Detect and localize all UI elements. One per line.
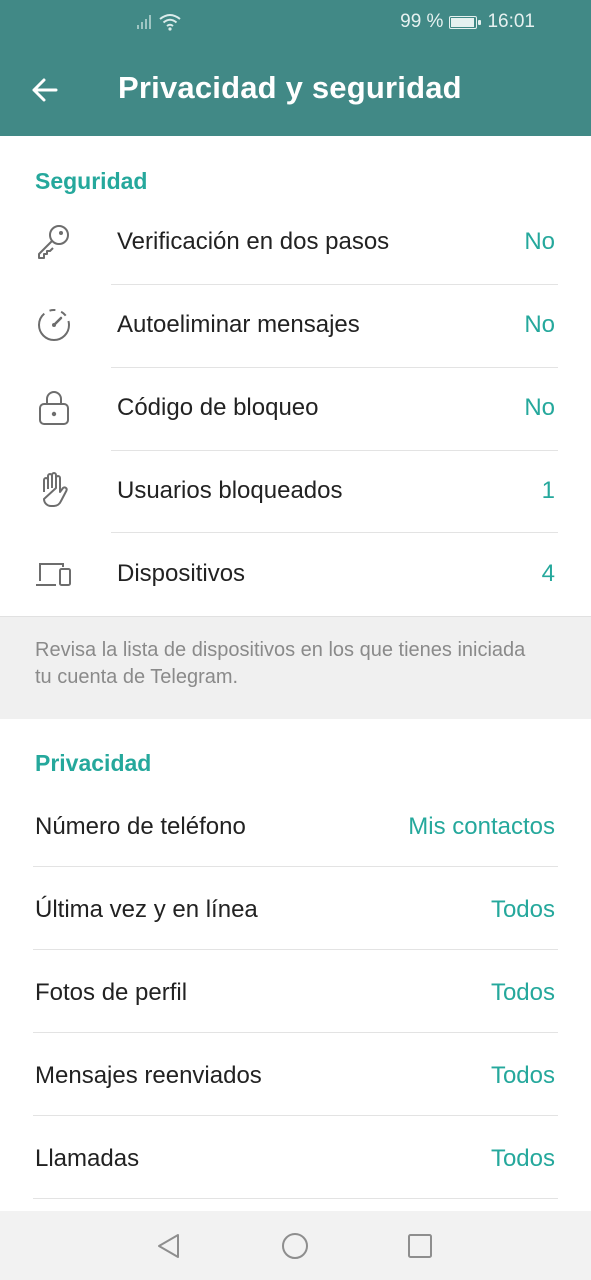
setting-label: Usuarios bloqueados (117, 477, 343, 504)
nav-home-icon[interactable] (280, 1231, 310, 1261)
battery-icon (449, 15, 482, 29)
setting-label: Última vez y en línea (35, 896, 258, 923)
setting-value: Todos (490, 979, 555, 1006)
clock: 16:01 (487, 11, 535, 32)
setting-forwarded-messages[interactable]: Mensajes reenviados Todos (0, 1034, 591, 1117)
setting-label: Mensajes reenviados (35, 1062, 262, 1089)
divider (33, 949, 558, 950)
devices-info-text: Revisa la lista de dispositivos en los q… (35, 639, 526, 688)
setting-value: 4 (541, 560, 555, 587)
devices-icon (36, 563, 71, 586)
setting-value: Todos (490, 1062, 555, 1089)
setting-blocked-users[interactable]: Usuarios bloqueados 1 (0, 449, 591, 532)
battery-percent: 99 % (400, 11, 444, 32)
timer-icon (38, 309, 70, 341)
setting-label: Llamadas (35, 1145, 140, 1172)
setting-phone-number[interactable]: Número de teléfono Mis contactos (0, 785, 591, 868)
setting-label: Dispositivos (117, 560, 246, 587)
status-bar: 99 % 16:01 (0, 0, 591, 44)
setting-devices[interactable]: Dispositivos 4 (0, 532, 591, 615)
setting-label: Número de teléfono (35, 813, 246, 840)
hand-icon (43, 472, 68, 507)
setting-label: Autoeliminar mensajes (117, 311, 360, 338)
section-header-security: Seguridad (35, 168, 148, 194)
setting-value: No (524, 311, 555, 338)
signal-icon (137, 15, 151, 29)
setting-label: Verificación en dos pasos (117, 228, 390, 255)
setting-value: Todos (490, 896, 555, 923)
wifi-icon (159, 14, 181, 31)
setting-auto-delete-messages[interactable]: Autoeliminar mensajes No (0, 283, 591, 366)
system-nav-bar (0, 1211, 591, 1280)
divider (33, 866, 558, 867)
setting-value: 1 (541, 477, 555, 504)
back-arrow-icon[interactable] (26, 70, 66, 110)
section-header-privacy: Privacidad (35, 750, 152, 776)
setting-value: No (524, 228, 555, 255)
devices-info-box: Revisa la lista de dispositivos en los q… (0, 616, 591, 719)
app-bar: Privacidad y seguridad (0, 44, 591, 136)
status-right: 99 % 16:01 (400, 11, 535, 33)
setting-value: Mis contactos (408, 813, 555, 840)
nav-back-icon[interactable] (154, 1231, 184, 1261)
setting-label: Fotos de perfil (35, 979, 188, 1006)
setting-last-seen[interactable]: Última vez y en línea Todos (0, 868, 591, 951)
divider (33, 1198, 558, 1199)
setting-two-step-verification[interactable]: Verificación en dos pasos No (0, 200, 591, 283)
setting-value: Todos (490, 1145, 555, 1172)
nav-recents-icon[interactable] (405, 1231, 435, 1261)
lock-icon (39, 391, 69, 425)
setting-label: Código de bloqueo (117, 394, 319, 421)
divider (33, 1115, 558, 1116)
setting-calls[interactable]: Llamadas Todos (0, 1117, 591, 1200)
setting-profile-photos[interactable]: Fotos de perfil Todos (0, 951, 591, 1034)
setting-passcode-lock[interactable]: Código de bloqueo No (0, 366, 591, 449)
key-icon (38, 225, 69, 259)
divider (33, 1032, 558, 1033)
setting-value: No (524, 394, 555, 421)
page-title: Privacidad y seguridad (118, 70, 462, 105)
